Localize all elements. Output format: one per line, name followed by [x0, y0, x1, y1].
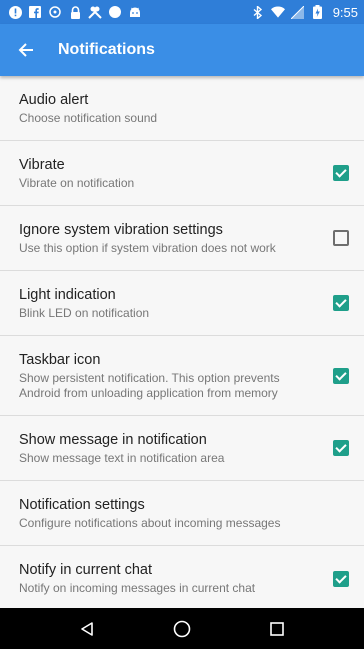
- setting-title: Ignore system vibration settings: [19, 222, 223, 238]
- nav-recents-button[interactable]: [257, 609, 297, 649]
- page-title: Notifications: [58, 41, 155, 58]
- lock-icon: [68, 5, 82, 19]
- home-circle-icon: [173, 620, 191, 637]
- wifi-icon: [270, 5, 285, 19]
- notify-current-chat-checkbox[interactable]: [333, 570, 349, 587]
- setting-notification-settings[interactable]: Notification settings Configure notifica…: [0, 481, 364, 546]
- bluetooth-icon: [251, 5, 265, 19]
- setting-summary: Configure notifications about incoming m…: [19, 516, 281, 530]
- back-button[interactable]: [0, 24, 52, 76]
- setting-title: Light indication: [19, 287, 116, 303]
- setting-title: Notify in current chat: [19, 562, 152, 578]
- tools-icon: [88, 5, 102, 19]
- app-bar: Notifications: [0, 24, 364, 76]
- alert-icon: [8, 5, 22, 19]
- setting-title: Vibrate: [19, 157, 65, 173]
- taskbar-icon-checkbox[interactable]: [333, 367, 349, 384]
- setting-title: Show message in notification: [19, 432, 207, 448]
- setting-title: Taskbar icon: [19, 352, 101, 368]
- status-bar-time: 9:55: [332, 4, 358, 20]
- setting-summary: Choose notification sound: [19, 111, 158, 125]
- setting-summary: Blink LED on notification: [19, 306, 150, 320]
- navigation-bar: [0, 608, 364, 649]
- ignore-system-vibration-checkbox[interactable]: [333, 230, 349, 246]
- setting-show-message[interactable]: Show message in notification Show messag…: [0, 416, 364, 481]
- light-indication-checkbox[interactable]: [333, 295, 349, 311]
- nav-home-button[interactable]: [162, 609, 202, 649]
- status-bar-system-icons: 9:55: [251, 5, 358, 20]
- settings-list: Audio alert Choose notification sound Vi…: [0, 76, 364, 608]
- setting-title: Notification settings: [19, 497, 145, 513]
- facebook-icon: [28, 5, 42, 19]
- android-icon: [128, 5, 142, 19]
- setting-taskbar-icon[interactable]: Taskbar icon Show persistent notificatio…: [0, 336, 364, 416]
- signal-icon: [291, 5, 305, 19]
- record-icon: [108, 5, 122, 19]
- setting-summary: Notify on incoming messages in current c…: [19, 581, 256, 595]
- vibrate-checkbox[interactable]: [333, 165, 349, 181]
- setting-vibrate[interactable]: Vibrate Vibrate on notification: [0, 141, 364, 206]
- setting-audio-alert[interactable]: Audio alert Choose notification sound: [0, 76, 364, 141]
- setting-summary: Vibrate on notification: [19, 176, 135, 190]
- recents-square-icon: [269, 621, 284, 636]
- back-arrow-icon: [18, 43, 33, 57]
- battery-icon: [311, 5, 325, 19]
- setting-title: Audio alert: [19, 92, 89, 108]
- setting-ignore-system-vibration[interactable]: Ignore system vibration settings Use thi…: [0, 206, 364, 271]
- setting-summary: Show message text in notification area: [19, 451, 225, 465]
- setting-light-indication[interactable]: Light indication Blink LED on notificati…: [0, 271, 364, 336]
- setting-summary: Show persistent notification. This optio…: [19, 371, 280, 400]
- status-bar-notification-icons: [8, 5, 142, 19]
- status-bar: 9:55: [0, 0, 364, 24]
- nav-back-button[interactable]: [67, 609, 107, 649]
- back-triangle-icon: [81, 621, 94, 636]
- show-message-checkbox[interactable]: [333, 440, 349, 456]
- setting-notify-current-chat[interactable]: Notify in current chat Notify on incomin…: [0, 546, 364, 608]
- setting-summary: Use this option if system vibration does…: [19, 241, 276, 255]
- sync-icon: [48, 5, 62, 19]
